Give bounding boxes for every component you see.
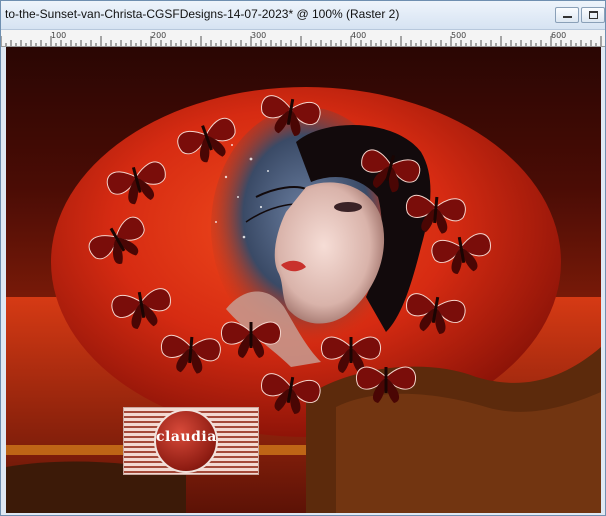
image-canvas[interactable]: claudia [6, 47, 601, 513]
horizontal-ruler[interactable]: 100 200 300 400 500 600 [1, 30, 605, 47]
ruler-label-500: 500 [451, 31, 467, 40]
artwork [6, 87, 601, 513]
maximize-icon [589, 11, 598, 19]
watermark-logo: claudia [123, 407, 259, 475]
window-title: to-the-Sunset-van-Christa-CGSFDesigns-14… [5, 7, 400, 21]
ruler-label-100: 100 [51, 31, 67, 40]
ruler-label-300: 300 [251, 31, 267, 40]
seal: claudia [154, 409, 218, 473]
ruler-ticks [1, 36, 602, 46]
minimize-button[interactable] [555, 7, 579, 23]
image-window: to-the-Sunset-van-Christa-CGSFDesigns-14… [0, 0, 606, 516]
ruler-label-400: 400 [351, 31, 367, 40]
eye [334, 202, 362, 212]
ruler-label-200: 200 [151, 31, 167, 40]
ruler-label-600: 600 [551, 31, 567, 40]
minimize-icon [563, 16, 572, 18]
watermark-text: claudia [156, 429, 217, 445]
maximize-button[interactable] [581, 7, 605, 23]
title-bar[interactable]: to-the-Sunset-van-Christa-CGSFDesigns-14… [1, 1, 605, 30]
